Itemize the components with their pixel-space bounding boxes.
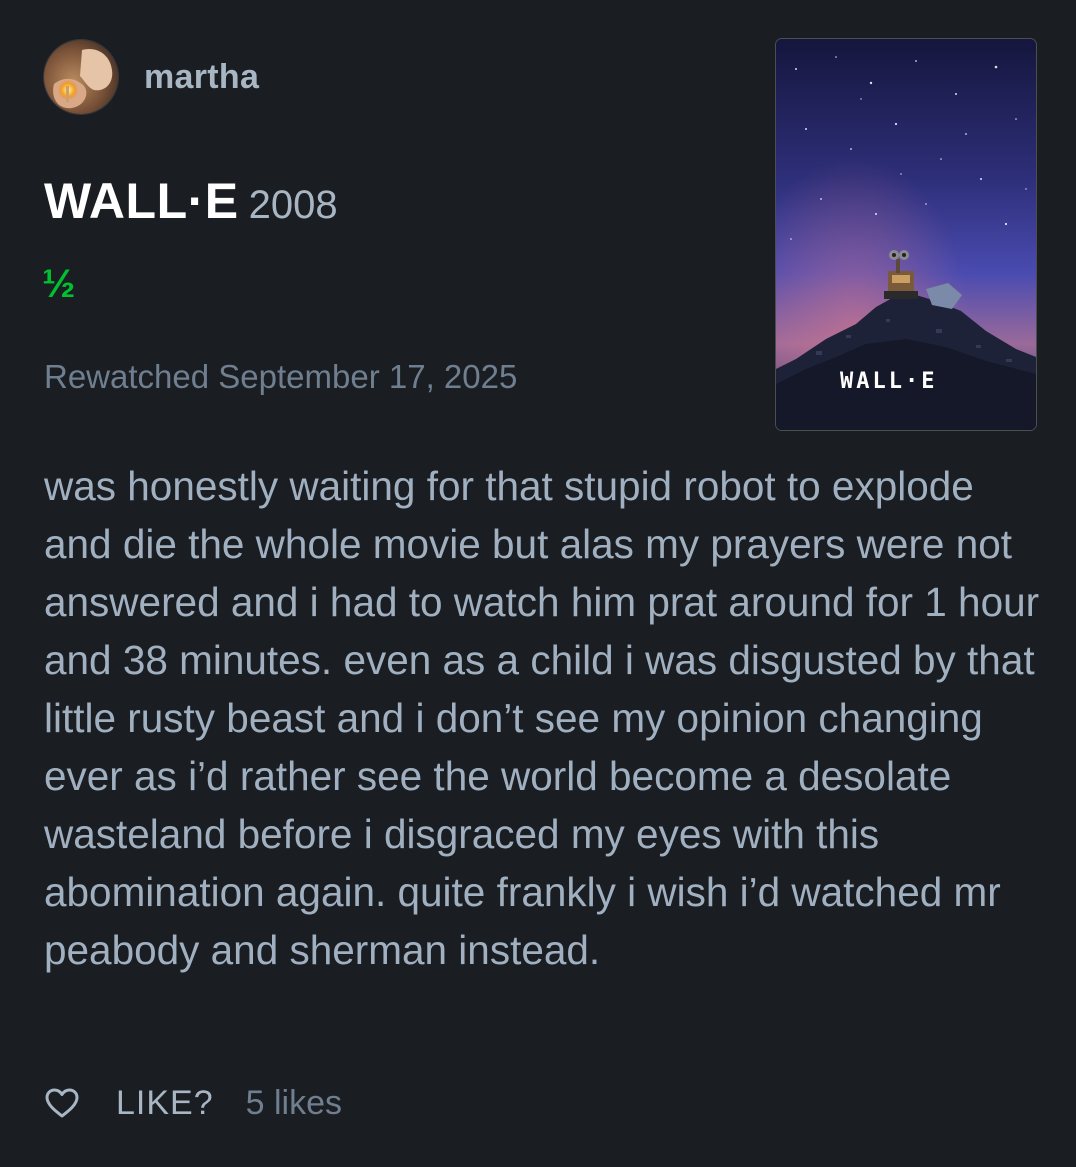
poster-logo: WALL·E: [840, 369, 938, 394]
film-poster[interactable]: WALL·E: [776, 39, 1036, 430]
heart-outline-icon[interactable]: [44, 1087, 80, 1119]
username[interactable]: martha: [144, 58, 259, 97]
review-body: was honestly waiting for that stupid rob…: [44, 463, 1040, 973]
like-button[interactable]: LIKE?: [116, 1084, 214, 1123]
film-title[interactable]: WALL·E: [44, 173, 239, 229]
film-heading: WALL·E 2008: [44, 172, 338, 230]
review-header: martha: [44, 40, 259, 114]
star-rating: ½: [42, 262, 76, 306]
avatar[interactable]: [44, 40, 118, 114]
likes-count[interactable]: 5 likes: [246, 1084, 342, 1123]
review-footer: LIKE? 5 likes: [44, 1080, 342, 1126]
film-year[interactable]: 2008: [249, 183, 338, 227]
avatar-image: [44, 40, 118, 114]
watched-date[interactable]: Rewatched September 17, 2025: [44, 358, 517, 396]
